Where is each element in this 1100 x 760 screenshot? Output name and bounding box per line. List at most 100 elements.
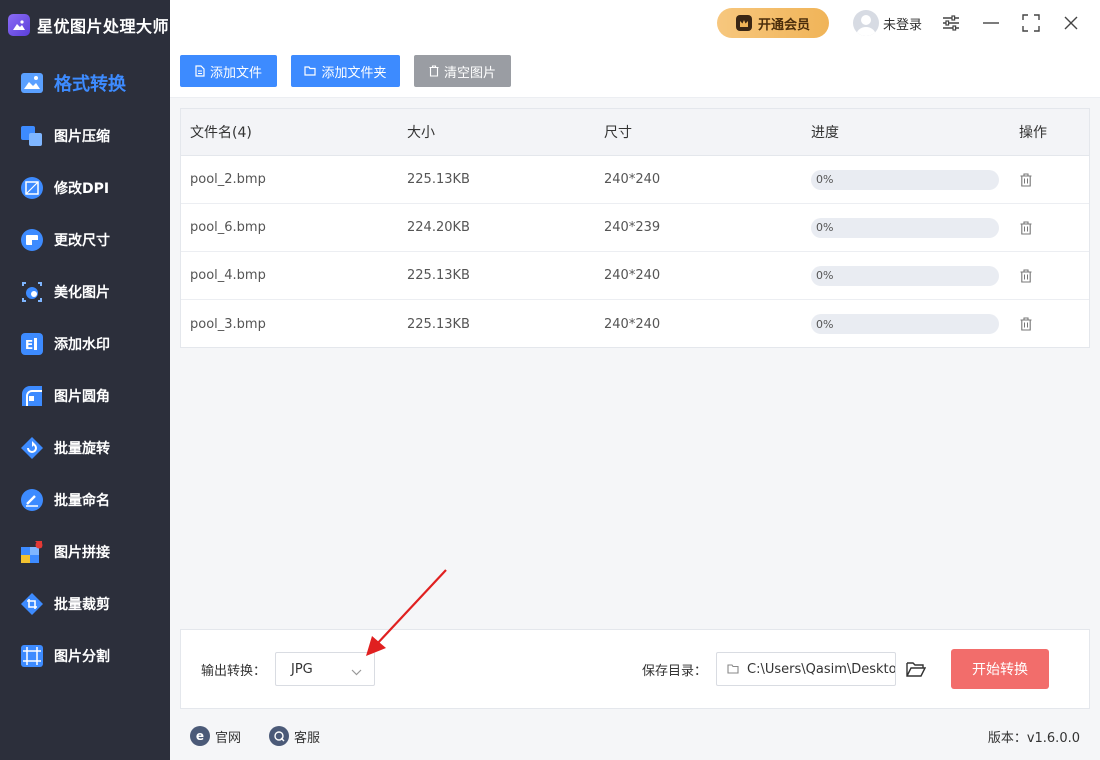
sidebar-item-label: 批量旋转 xyxy=(54,441,110,457)
file-table: 文件名(4) 大小 尺寸 进度 操作 pool_2.bmp 225.13KB 2… xyxy=(180,108,1090,348)
column-header-progress: 进度 xyxy=(811,125,839,141)
chevron-down-icon xyxy=(351,665,362,680)
rotate-icon xyxy=(20,436,44,460)
column-header-size: 大小 xyxy=(407,125,435,141)
save-directory-label: 保存目录： xyxy=(642,664,708,679)
vip-label: 开通会员 xyxy=(757,17,810,33)
svg-text:E: E xyxy=(25,338,33,352)
minimize-icon[interactable] xyxy=(981,13,1001,33)
table-row[interactable]: pool_4.bmp 225.13KB 240*240 0% xyxy=(181,252,1089,300)
file-name: pool_4.bmp xyxy=(190,268,266,283)
sidebar-item-label: 批量命名 xyxy=(54,493,110,509)
support-link[interactable]: 客服 xyxy=(269,726,320,746)
file-dimensions: 240*240 xyxy=(604,172,661,187)
stitch-icon xyxy=(20,540,44,564)
close-icon[interactable] xyxy=(1061,13,1081,33)
progress-text: 0% xyxy=(816,173,834,186)
output-format-label: 输出转换： xyxy=(201,664,267,679)
toolbar: 添加文件 添加文件夹 清空图片 xyxy=(170,46,1100,98)
start-convert-button[interactable]: 开始转换 xyxy=(951,649,1049,689)
save-path-input[interactable]: C:\Users\Qasim\Desktop xyxy=(716,652,896,686)
app-title: 星优图片处理大师 xyxy=(37,17,170,36)
progress-text: 0% xyxy=(816,317,834,331)
delete-icon[interactable] xyxy=(1019,172,1033,188)
sidebar-item-crop[interactable]: 批量裁剪 xyxy=(0,578,170,630)
image-convert-icon xyxy=(20,71,44,95)
login-button[interactable]: 未登录 xyxy=(853,10,922,36)
sidebar-item-compress[interactable]: 图片压缩 xyxy=(0,110,170,162)
dpi-icon xyxy=(20,176,44,200)
title-bar: 开通会员 未登录 xyxy=(170,0,1100,46)
sidebar-item-rotate[interactable]: 批量旋转 xyxy=(0,422,170,474)
file-icon xyxy=(195,65,205,77)
file-size: 224.20KB xyxy=(407,220,470,235)
browser-e-icon: e xyxy=(190,726,210,746)
progress-bar: 0% xyxy=(811,314,999,334)
settings-sliders-icon[interactable] xyxy=(941,13,961,33)
delete-icon[interactable] xyxy=(1019,316,1033,332)
brand: 星优图片处理大师 xyxy=(0,0,170,50)
progress-bar: 0% xyxy=(811,169,999,190)
delete-icon[interactable] xyxy=(1019,220,1033,236)
sidebar-item-label: 更改尺寸 xyxy=(54,233,110,249)
sidebar-item-resize[interactable]: 更改尺寸 xyxy=(0,214,170,266)
sidebar-item-label: 图片圆角 xyxy=(54,389,110,405)
watermark-icon: E xyxy=(20,332,44,356)
table-row[interactable]: pool_6.bmp 224.20KB 240*239 0% xyxy=(181,204,1089,252)
compress-icon xyxy=(20,124,44,148)
sidebar-item-split[interactable]: 图片分割 xyxy=(0,630,170,682)
sidebar-item-label: 美化图片 xyxy=(54,285,110,301)
sidebar-item-beautify[interactable]: 美化图片 xyxy=(0,266,170,318)
app-logo-icon xyxy=(8,14,30,36)
table-row[interactable]: pool_3.bmp 225.13KB 240*240 0% xyxy=(181,300,1089,348)
file-name: pool_2.bmp xyxy=(190,172,266,187)
progress-bar: 0% xyxy=(811,217,999,238)
table-row[interactable]: pool_2.bmp 225.13KB 240*240 0% xyxy=(181,156,1089,204)
sidebar-item-rename[interactable]: 批量命名 xyxy=(0,474,170,526)
trash-icon xyxy=(429,65,439,77)
sidebar-item-label: 修改DPI xyxy=(54,181,110,197)
beautify-icon xyxy=(20,280,44,304)
table-header: 文件名(4) 大小 尺寸 进度 操作 xyxy=(181,109,1089,156)
avatar xyxy=(853,10,879,36)
folder-outline-icon xyxy=(727,664,739,674)
column-header-name: 文件名(4) xyxy=(190,125,252,141)
chat-bubble-icon xyxy=(269,726,289,746)
sidebar-item-label: 图片压缩 xyxy=(54,129,110,145)
add-file-button[interactable]: 添加文件 xyxy=(180,55,277,87)
sidebar-item-format-convert[interactable]: 格式转换 xyxy=(0,56,170,110)
sidebar-item-stitch[interactable]: 图片拼接 xyxy=(0,526,170,578)
website-label: 官网 xyxy=(215,730,242,746)
sidebar-item-label: 批量裁剪 xyxy=(54,597,110,613)
output-panel: 输出转换： JPG 保存目录： C:\Users\Qasim\Desktop 开… xyxy=(180,629,1090,709)
add-file-label: 添加文件 xyxy=(209,65,262,81)
clear-images-button[interactable]: 清空图片 xyxy=(414,55,511,87)
website-link[interactable]: e 官网 xyxy=(190,726,241,746)
sidebar-nav: 格式转换 图片压缩 修改DPI 更改尺寸 美化图片 E 添加水印 图片圆角 批量… xyxy=(0,56,170,682)
browse-folder-icon[interactable] xyxy=(905,659,927,679)
file-name: pool_6.bmp xyxy=(190,220,266,235)
folder-icon xyxy=(304,66,317,76)
resize-icon xyxy=(20,228,44,252)
vip-button[interactable]: 开通会员 xyxy=(717,8,829,38)
save-path-value: C:\Users\Qasim\Desktop xyxy=(747,661,896,677)
sidebar-item-label: 格式转换 xyxy=(54,74,126,95)
progress-bar: 0% xyxy=(811,265,999,286)
sidebar-item-label: 图片拼接 xyxy=(54,545,110,561)
delete-icon[interactable] xyxy=(1019,268,1033,284)
progress-text: 0% xyxy=(816,221,834,234)
output-format-select[interactable]: JPG xyxy=(275,652,375,686)
sidebar-item-watermark[interactable]: E 添加水印 xyxy=(0,318,170,370)
clear-images-label: 清空图片 xyxy=(443,65,496,81)
sidebar: 星优图片处理大师 格式转换 图片压缩 修改DPI 更改尺寸 美化图片 E 添加水… xyxy=(0,0,170,760)
output-format-value: JPG xyxy=(291,661,313,677)
rename-icon xyxy=(20,488,44,512)
maximize-icon[interactable] xyxy=(1021,13,1041,33)
version-text: 版本：v1.6.0.0 xyxy=(987,731,1080,746)
add-folder-button[interactable]: 添加文件夹 xyxy=(291,55,400,87)
split-icon xyxy=(20,644,44,668)
sidebar-item-rounded-corner[interactable]: 图片圆角 xyxy=(0,370,170,422)
sidebar-item-dpi[interactable]: 修改DPI xyxy=(0,162,170,214)
sidebar-item-label: 图片分割 xyxy=(54,649,110,665)
column-header-actions: 操作 xyxy=(1019,125,1047,141)
